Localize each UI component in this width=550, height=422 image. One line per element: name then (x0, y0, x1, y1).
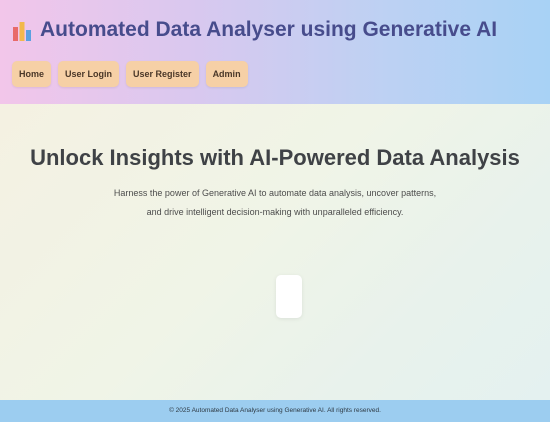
page: Automated Data Analyser using Generative… (0, 0, 550, 422)
site-footer: © 2025 Automated Data Analyser using Gen… (0, 400, 550, 422)
hero-section: Unlock Insights with AI-Powered Data Ana… (0, 104, 550, 400)
hero-title: Unlock Insights with AI-Powered Data Ana… (30, 145, 520, 170)
site-header: Automated Data Analyser using Generative… (0, 0, 550, 104)
nav-user-login-button[interactable]: User Login (58, 61, 120, 87)
hero-subtitle: Harness the power of Generative AI to au… (0, 184, 550, 222)
nav-user-register-button[interactable]: User Register (126, 61, 199, 87)
center-card (276, 275, 302, 318)
nav-admin-button[interactable]: Admin (205, 61, 248, 87)
hero-subtitle-line-2: and drive intelligent decision-making wi… (146, 207, 404, 217)
nav-home-button[interactable]: Home (12, 61, 52, 87)
site-title: Automated Data Analyser using Generative… (40, 18, 498, 41)
title-row: Automated Data Analyser using Generative… (12, 18, 497, 42)
footer-copyright: © 2025 Automated Data Analyser using Gen… (169, 407, 381, 414)
bar-chart-icon (12, 19, 32, 41)
hero-subtitle-line-1: Harness the power of Generative AI to au… (113, 188, 437, 198)
nav-bar: Home User Login User Register Admin (12, 61, 248, 87)
